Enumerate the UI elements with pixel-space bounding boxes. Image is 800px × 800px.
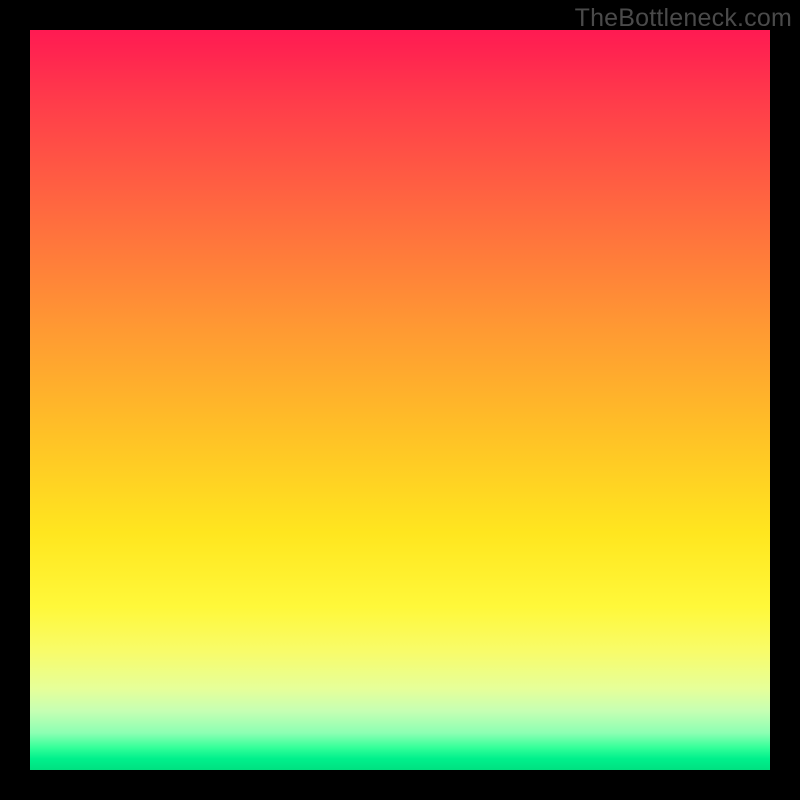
chart-frame: TheBottleneck.com — [0, 0, 800, 800]
watermark-text: TheBottleneck.com — [575, 4, 792, 33]
gradient-background — [30, 30, 770, 770]
plot-area — [30, 30, 770, 770]
